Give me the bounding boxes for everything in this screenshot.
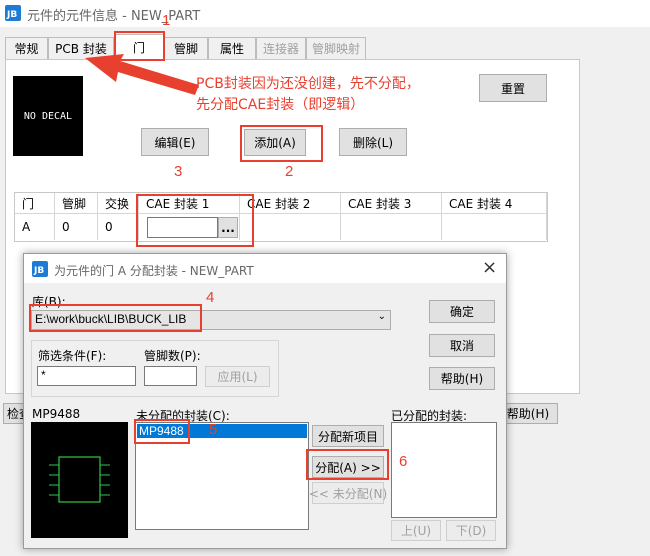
library-label: 库(B):	[32, 295, 66, 309]
cancel-button[interactable]: 取消	[429, 334, 495, 357]
pincount-label: 管脚数(P):	[144, 349, 201, 363]
close-icon[interactable]: ×	[482, 257, 497, 278]
chevron-down-icon: ⌄	[377, 311, 386, 322]
ok-button[interactable]: 确定	[429, 300, 495, 323]
filter-input[interactable]: *	[37, 366, 136, 386]
preview-name: MP9488	[32, 407, 81, 421]
marker-6: 6	[399, 453, 408, 470]
pincount-input[interactable]	[144, 366, 197, 386]
move-up-button[interactable]: 上(U)	[391, 520, 441, 541]
svg-text:JB: JB	[33, 266, 44, 276]
assigned-list[interactable]	[391, 422, 497, 518]
dialog-title-bar: JB 为元件的门 A 分配封装 - NEW_PART ×	[24, 254, 506, 283]
unassign-button[interactable]: << 未分配(N)	[309, 482, 387, 504]
dialog-title: 为元件的门 A 分配封装 - NEW_PART	[54, 264, 254, 278]
unassigned-list[interactable]: MP9488	[135, 422, 309, 530]
list-item[interactable]: MP9488	[137, 424, 307, 438]
assign-decal-dialog: JB 为元件的门 A 分配封装 - NEW_PART × 库(B): E:\wo…	[23, 253, 507, 549]
cae-preview	[31, 422, 128, 538]
library-value: E:\work\buck\LIB\BUCK_LIB	[35, 312, 187, 326]
ic-symbol-icon	[49, 456, 110, 503]
help-button[interactable]: 帮助(H)	[429, 367, 495, 390]
assign-new-button[interactable]: 分配新项目	[312, 425, 384, 447]
marker-4: 4	[206, 289, 215, 306]
library-select[interactable]: E:\work\buck\LIB\BUCK_LIB ⌄	[31, 310, 391, 330]
assign-button[interactable]: 分配(A) >>	[312, 456, 384, 478]
move-down-button[interactable]: 下(D)	[446, 520, 496, 541]
apply-button[interactable]: 应用(L)	[205, 366, 270, 387]
list-item-label: MP9488	[139, 424, 184, 438]
marker-5: 5	[209, 421, 218, 438]
filter-label: 筛选条件(F):	[38, 349, 107, 363]
dialog-app-icon: JB	[32, 261, 48, 277]
